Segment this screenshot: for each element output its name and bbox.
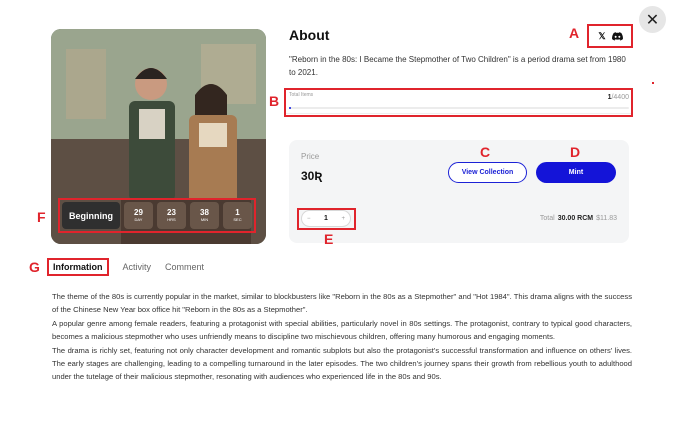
callout-letter-g: G — [29, 259, 40, 275]
callout-letter-c: C — [480, 144, 491, 160]
callout-letter-a: A — [569, 25, 580, 41]
tab-activity[interactable]: Activity — [123, 262, 152, 272]
callout-box-f — [58, 198, 256, 233]
callout-letter-e: E — [324, 231, 334, 247]
callout-letter-d: D — [570, 144, 581, 160]
mint-button[interactable]: Mint — [536, 162, 616, 183]
stray-red-dot — [652, 82, 654, 84]
information-paragraph: A popular genre among female readers, fe… — [52, 318, 632, 342]
callout-letter-b: B — [269, 93, 280, 109]
callout-box-e — [297, 208, 356, 230]
price-value: 30Ʀ — [301, 169, 322, 183]
information-paragraph: The drama is richly set, featuring not o… — [52, 345, 632, 382]
tab-information[interactable]: Information — [47, 258, 109, 276]
callout-box-b — [284, 88, 633, 117]
total-cost-amount: 30.00 RCM — [557, 215, 594, 222]
total-cost-usd: $11.83 — [596, 215, 617, 222]
callout-box-a — [587, 24, 633, 48]
total-cost: Total 30.00 RCM $11.83 — [540, 215, 617, 222]
about-description: "Reborn in the 80s: I Became the Stepmot… — [289, 55, 626, 77]
price-amount: 30 — [301, 169, 315, 183]
detail-tabs: Information Activity Comment — [47, 258, 204, 276]
callout-letter-f: F — [37, 209, 46, 225]
about-title: About — [289, 27, 330, 43]
currency-icon: Ʀ — [314, 169, 323, 183]
view-collection-button[interactable]: View Collection — [448, 162, 527, 183]
total-cost-label: Total — [539, 215, 555, 222]
information-content: The theme of the 80s is currently popula… — [52, 290, 632, 384]
price-label: Price — [301, 152, 320, 161]
close-button[interactable]: ✕ — [639, 6, 666, 33]
tab-comment[interactable]: Comment — [165, 262, 204, 272]
information-paragraph: The theme of the 80s is currently popula… — [52, 292, 632, 315]
close-icon: ✕ — [645, 11, 660, 29]
